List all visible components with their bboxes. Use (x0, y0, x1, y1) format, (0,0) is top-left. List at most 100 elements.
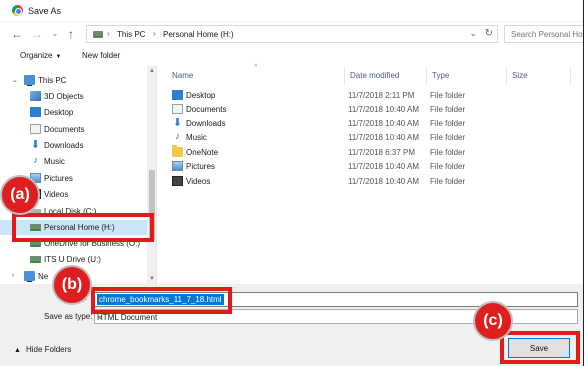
filename-value[interactable]: chrome_bookmarks_11_7_18.html (97, 294, 224, 305)
hide-folders-button[interactable]: ▲ Hide Folders (14, 345, 71, 354)
nav-item-label: This PC (38, 76, 67, 85)
column-divider[interactable] (344, 68, 345, 84)
table-row[interactable]: Desktop 11/7/2018 2:11 PM File folder (170, 88, 570, 102)
documents-icon (30, 124, 41, 134)
nav-item-downloads[interactable]: ⬇ Downloads (0, 138, 148, 153)
nav-item-onedrive[interactable]: OneDrive for Business (O:) (0, 236, 148, 251)
nav-item-label: Downloads (44, 141, 84, 150)
file-name: Documents (186, 105, 227, 114)
folder-icon (172, 145, 183, 157)
file-name: Videos (186, 177, 211, 186)
nav-item-desktop[interactable]: Desktop (0, 105, 148, 120)
back-arrow-icon[interactable]: ← (10, 26, 24, 42)
recent-chevron-icon[interactable]: ⌄ (48, 26, 62, 42)
table-row[interactable]: Videos 11/7/2018 10:40 AM File folder (170, 174, 570, 188)
desktop-icon (30, 107, 41, 117)
nav-item-label: OneDrive for Business (O:) (44, 239, 141, 248)
table-row[interactable]: ♪ Music 11/7/2018 10:40 AM File folder (170, 130, 570, 144)
column-header-type[interactable]: Type (432, 71, 449, 80)
search-box[interactable] (504, 25, 584, 43)
network-drive-icon (30, 240, 41, 247)
organize-label: Organize (20, 51, 53, 60)
pictures-icon (172, 161, 183, 171)
file-date: 11/7/2018 10:40 AM (348, 105, 420, 114)
network-drive-icon (30, 256, 41, 263)
chevron-up-icon: ▲ (14, 347, 21, 354)
breadcrumb-separator-icon[interactable]: › (107, 29, 110, 38)
file-name: OneNote (186, 148, 219, 157)
nav-item-label: ITS U Drive (U:) (44, 255, 101, 264)
column-header-date[interactable]: Date modified (350, 71, 399, 80)
nav-item-label: Ne (38, 272, 49, 281)
nav-item-label: Videos (44, 190, 69, 199)
column-divider[interactable] (426, 68, 427, 84)
expander-chevron-icon[interactable]: › (12, 272, 14, 279)
file-type: File folder (430, 105, 466, 114)
nav-item-personal-home[interactable]: Personal Home (H:) (0, 220, 148, 235)
sort-ascending-icon: ^ (254, 64, 258, 71)
file-date: 11/7/2018 10:40 AM (348, 162, 420, 171)
annotation-badge-b: (b) (52, 265, 92, 305)
breadcrumb-personal-home[interactable]: Personal Home (H:) (163, 30, 234, 39)
file-type: File folder (430, 148, 466, 157)
file-date: 11/7/2018 10:40 AM (348, 133, 420, 142)
search-input[interactable] (505, 26, 583, 42)
music-icon: ♪ (175, 131, 180, 142)
organize-button[interactable]: Organize ▼ (20, 51, 61, 60)
file-list: ^ Name Date modified Type Size Desktop 1… (158, 64, 584, 284)
window-title: Save As (28, 6, 62, 16)
nav-item-label: 3D Objects (44, 92, 84, 101)
breadcrumb-separator-icon[interactable]: › (153, 29, 156, 38)
address-row: ← → ⌄ ↑ › This PC › Personal Home (H:) ⌄… (0, 22, 584, 46)
annotation-badge-c: (c) (473, 301, 513, 341)
file-type: File folder (430, 91, 466, 100)
caret-down-icon: ▼ (55, 54, 62, 60)
title-bar: Save As (0, 0, 584, 22)
network-drive-icon (93, 31, 103, 38)
desktop-icon (172, 90, 183, 100)
network-drive-icon (30, 224, 41, 231)
new-folder-button[interactable]: New folder (82, 51, 120, 60)
column-header-name[interactable]: Name (172, 71, 193, 80)
nav-item-3d-objects[interactable]: 3D Objects (0, 89, 148, 104)
documents-icon (172, 104, 183, 114)
forward-arrow-icon[interactable]: → (30, 26, 44, 42)
table-row[interactable]: ⬇ Downloads 11/7/2018 10:40 AM File fold… (170, 116, 570, 130)
music-icon: ♪ (33, 155, 38, 166)
nav-item-documents[interactable]: Documents (0, 122, 148, 137)
refresh-icon[interactable]: ↻ (485, 28, 493, 39)
save-button[interactable]: Save (508, 338, 570, 358)
scroll-down-icon[interactable]: ▼ (149, 276, 155, 282)
nav-item-music[interactable]: ♪ Music (0, 154, 148, 169)
nav-scrollbar[interactable]: ▲ ▼ (147, 66, 156, 284)
nav-item-label: Music (44, 157, 65, 166)
table-row[interactable]: Documents 11/7/2018 10:40 AM File folder (170, 102, 570, 116)
expander-chevron-icon[interactable]: ⌄ (12, 76, 18, 84)
scroll-up-icon[interactable]: ▲ (149, 68, 155, 74)
videos-icon (172, 176, 183, 186)
column-divider[interactable] (506, 68, 507, 84)
table-row[interactable]: Pictures 11/7/2018 10:40 AM File folder (170, 159, 570, 173)
toolbar: Organize ▼ New folder (0, 46, 584, 66)
up-arrow-icon[interactable]: ↑ (64, 26, 78, 42)
file-date: 11/7/2018 6:37 PM (348, 148, 416, 157)
annotation-badge-a: (a) (0, 175, 40, 215)
nav-item-label: Documents (44, 125, 85, 134)
nav-item-label: Personal Home (H:) (44, 223, 115, 232)
column-divider[interactable] (570, 68, 571, 84)
file-name: Music (186, 133, 207, 142)
file-type: File folder (430, 133, 466, 142)
chrome-icon (12, 5, 23, 16)
table-row[interactable]: OneNote 11/7/2018 6:37 PM File folder (170, 145, 570, 159)
nav-item-this-pc[interactable]: ⌄ This PC (0, 73, 148, 88)
nav-item-label: Desktop (44, 108, 74, 117)
column-header-size[interactable]: Size (512, 71, 528, 80)
scroll-thumb[interactable] (149, 170, 155, 240)
file-type: File folder (430, 162, 466, 171)
address-dropdown-icon[interactable]: ⌄ (469, 28, 477, 39)
file-date: 11/7/2018 2:11 PM (348, 91, 415, 100)
nav-item-label: Local Disk (C:) (44, 207, 97, 216)
breadcrumb-this-pc[interactable]: This PC (117, 30, 145, 39)
file-date: 11/7/2018 10:40 AM (348, 119, 420, 128)
address-bar[interactable]: › This PC › Personal Home (H:) ⌄ ↻ (86, 25, 498, 43)
